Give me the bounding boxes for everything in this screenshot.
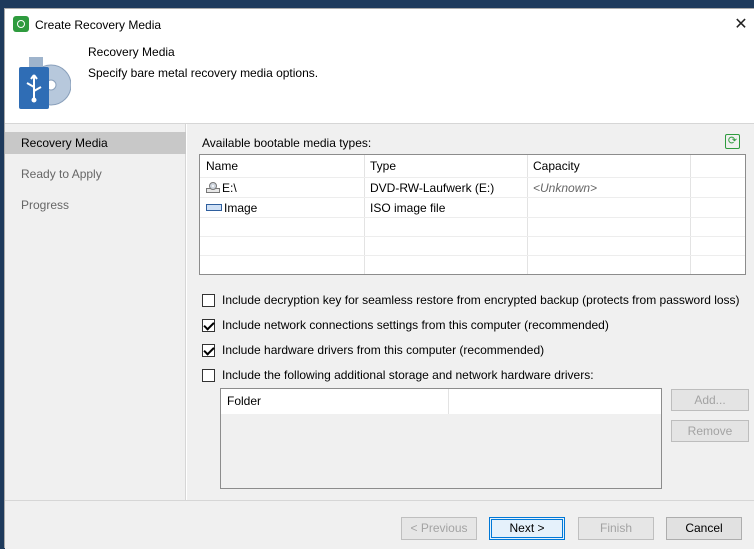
create-recovery-media-window: Create Recovery Media ✕ Recovery Media S… [4,8,754,549]
step-recovery-media[interactable]: Recovery Media [5,132,186,154]
drivers-folder-table: Folder [220,388,662,489]
wizard-steps: Recovery Media Ready to Apply Progress [5,124,186,500]
column-capacity[interactable]: Capacity [527,155,580,177]
option-network-settings[interactable]: Include network connections settings fro… [202,316,609,334]
column-name[interactable]: Name [200,155,238,177]
checkbox-hardware-drivers[interactable] [202,343,215,357]
step-progress[interactable]: Progress [5,194,186,216]
option-hardware-drivers[interactable]: Include hardware drivers from this compu… [202,341,544,359]
checkbox-network-settings[interactable] [202,318,215,332]
cancel-button[interactable]: Cancel [666,517,742,540]
wizard-header: Recovery Media Specify bare metal recove… [5,41,754,124]
media-type: ISO image file [370,201,446,215]
wizard-footer: < Previous Next > Finish Cancel [5,500,754,549]
option-decryption-key[interactable]: Include decryption key for seamless rest… [202,291,740,309]
media-types-table: Name Type Capacity E:\ DVD-RW-Laufwerk (… [199,154,746,275]
refresh-icon[interactable]: ⟳ [725,134,740,149]
checkbox-additional-drivers[interactable] [202,368,215,382]
checkbox-decryption-key[interactable] [202,293,215,307]
next-button[interactable]: Next > [489,517,565,540]
table-header: Name Type Capacity [200,155,745,177]
previous-button[interactable]: < Previous [401,517,477,540]
close-button[interactable]: ✕ [727,9,754,41]
finish-button[interactable]: Finish [578,517,654,540]
media-capacity [527,198,533,218]
column-type[interactable]: Type [364,155,396,177]
app-logo-icon [13,16,29,32]
option-label: Include the following additional storage… [222,368,594,382]
column-folder[interactable]: Folder [227,389,261,414]
table-header: Folder [221,389,661,414]
table-row[interactable]: E:\ DVD-RW-Laufwerk (E:) <Unknown> [200,178,745,198]
title-bar[interactable]: Create Recovery Media ✕ [5,9,754,41]
media-name: E:\ [222,181,237,195]
usb-disc-icon [19,57,71,109]
window-title: Create Recovery Media [35,18,162,32]
media-types-label: Available bootable media types: [202,136,372,150]
media-name: Image [224,201,258,215]
option-additional-drivers[interactable]: Include the following additional storage… [202,366,594,384]
iso-image-icon [206,204,222,211]
step-ready-to-apply[interactable]: Ready to Apply [5,163,186,185]
option-label: Include decryption key for seamless rest… [222,293,740,307]
option-label: Include network connections settings fro… [222,318,609,332]
dvd-drive-icon [206,182,220,193]
remove-button[interactable]: Remove [671,420,749,442]
option-label: Include hardware drivers from this compu… [222,343,545,357]
media-type: DVD-RW-Laufwerk (E:) [370,181,495,195]
add-button[interactable]: Add... [671,389,749,411]
header-subtitle: Specify bare metal recovery media option… [88,66,319,80]
media-capacity: <Unknown> [533,181,598,195]
table-row[interactable]: Image ISO image file [200,198,745,218]
wizard-content: Available bootable media types: ⟳ Name T… [187,124,754,500]
header-title: Recovery Media [88,45,175,59]
